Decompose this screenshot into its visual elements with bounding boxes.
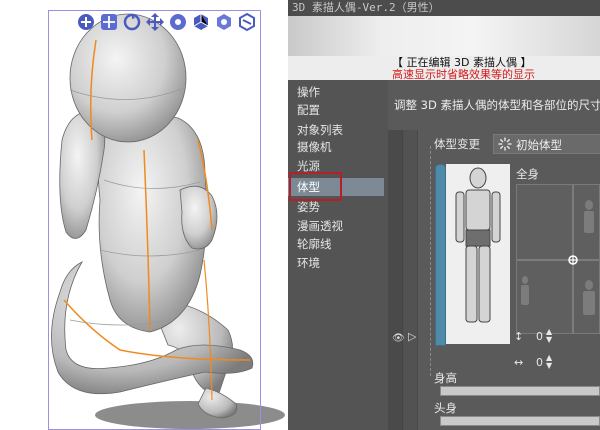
vertical-offset-stepper[interactable]: ↕ 0 ▲ ▼ (514, 328, 552, 344)
full-body-label: 全身 (516, 167, 539, 181)
move-xy-icon[interactable] (145, 12, 165, 32)
scale-icon[interactable] (237, 12, 257, 32)
nav-item[interactable]: 轮廓线 (288, 235, 384, 253)
panel-title: 3D 素描人偶-Ver.2（男性） (288, 0, 600, 16)
horizontal-arrow-icon: ↔ (514, 356, 524, 369)
category-nav: 操作 配置 对象列表 摄像机 光源 体型 姿势 漫画透视 轮廓线 环境 (288, 80, 388, 430)
spin-arrows-icon[interactable]: ▲ ▼ (546, 328, 552, 344)
horizontal-offset-stepper[interactable]: ↔ 0 ▲ ▼ (514, 354, 552, 370)
vertical-arrow-icon: ↕ (514, 330, 524, 343)
height-label: 身高 (434, 371, 457, 385)
initial-body-type-button[interactable]: 初始体型 (493, 134, 600, 154)
pan-icon[interactable] (99, 12, 119, 32)
body-silhouette-icon (455, 167, 501, 323)
height-slider[interactable] (440, 386, 600, 396)
preview-strip (288, 16, 600, 56)
reset-icon (498, 137, 512, 151)
nav-item[interactable]: 操作 (288, 83, 384, 101)
side-rail: 👁 ▷ (388, 130, 418, 430)
body-morph-grid[interactable] (516, 184, 600, 334)
vertical-offset-value: 0 (536, 330, 543, 343)
move-camera-icon[interactable] (76, 12, 96, 32)
nav-highlight-annotation (289, 172, 342, 201)
nav-item[interactable]: 漫画透视 (288, 217, 384, 235)
body-type-label: 体型变更 (434, 137, 480, 151)
selection-bounding-box (48, 10, 261, 430)
head-ratio-slider[interactable] (440, 416, 600, 426)
horizontal-offset-value: 0 (536, 356, 543, 369)
spin-arrows-icon[interactable]: ▲ ▼ (546, 354, 552, 370)
body-type-guide (430, 146, 432, 376)
nav-item[interactable]: 对象列表 (288, 121, 384, 139)
move-z-icon[interactable] (168, 12, 188, 32)
rotate-icon[interactable] (122, 12, 142, 32)
nav-item[interactable]: 环境 (288, 254, 384, 272)
rail-inner (402, 130, 417, 430)
eye-icon[interactable]: 👁 (392, 333, 405, 344)
properties-panel: 3D 素描人偶-Ver.2（男性） 【 正在编辑 3D 素描人偶 】 高速显示时… (288, 0, 600, 430)
rotate-axis-icon[interactable] (214, 12, 234, 32)
expand-arrow-icon[interactable]: ▷ (408, 330, 416, 343)
body-type-scroll-bar[interactable] (435, 164, 446, 346)
detail-header: 调整 3D 素描人偶的体型和各部位的尺寸 (394, 98, 600, 112)
nav-item[interactable]: 配置 (288, 101, 384, 119)
morph-grid-graphic (517, 185, 599, 333)
detail-pane: 调整 3D 素描人偶的体型和各部位的尺寸 👁 ▷ 体型变更 初始体型 全身 ↕ … (388, 80, 600, 430)
head-ratio-label: 头身 (434, 401, 457, 415)
nav-item[interactable]: 摄像机 (288, 138, 384, 156)
body-part-selector[interactable] (446, 164, 510, 344)
rotate-xy-icon[interactable] (191, 12, 211, 32)
manipulator-toolbar (76, 12, 257, 34)
3d-canvas[interactable] (0, 0, 288, 430)
initial-body-type-label: 初始体型 (516, 138, 562, 152)
settings-area: 操作 配置 对象列表 摄像机 光源 体型 姿势 漫画透视 轮廓线 环境 调整 3D 素描人偶的体型… (288, 80, 600, 430)
